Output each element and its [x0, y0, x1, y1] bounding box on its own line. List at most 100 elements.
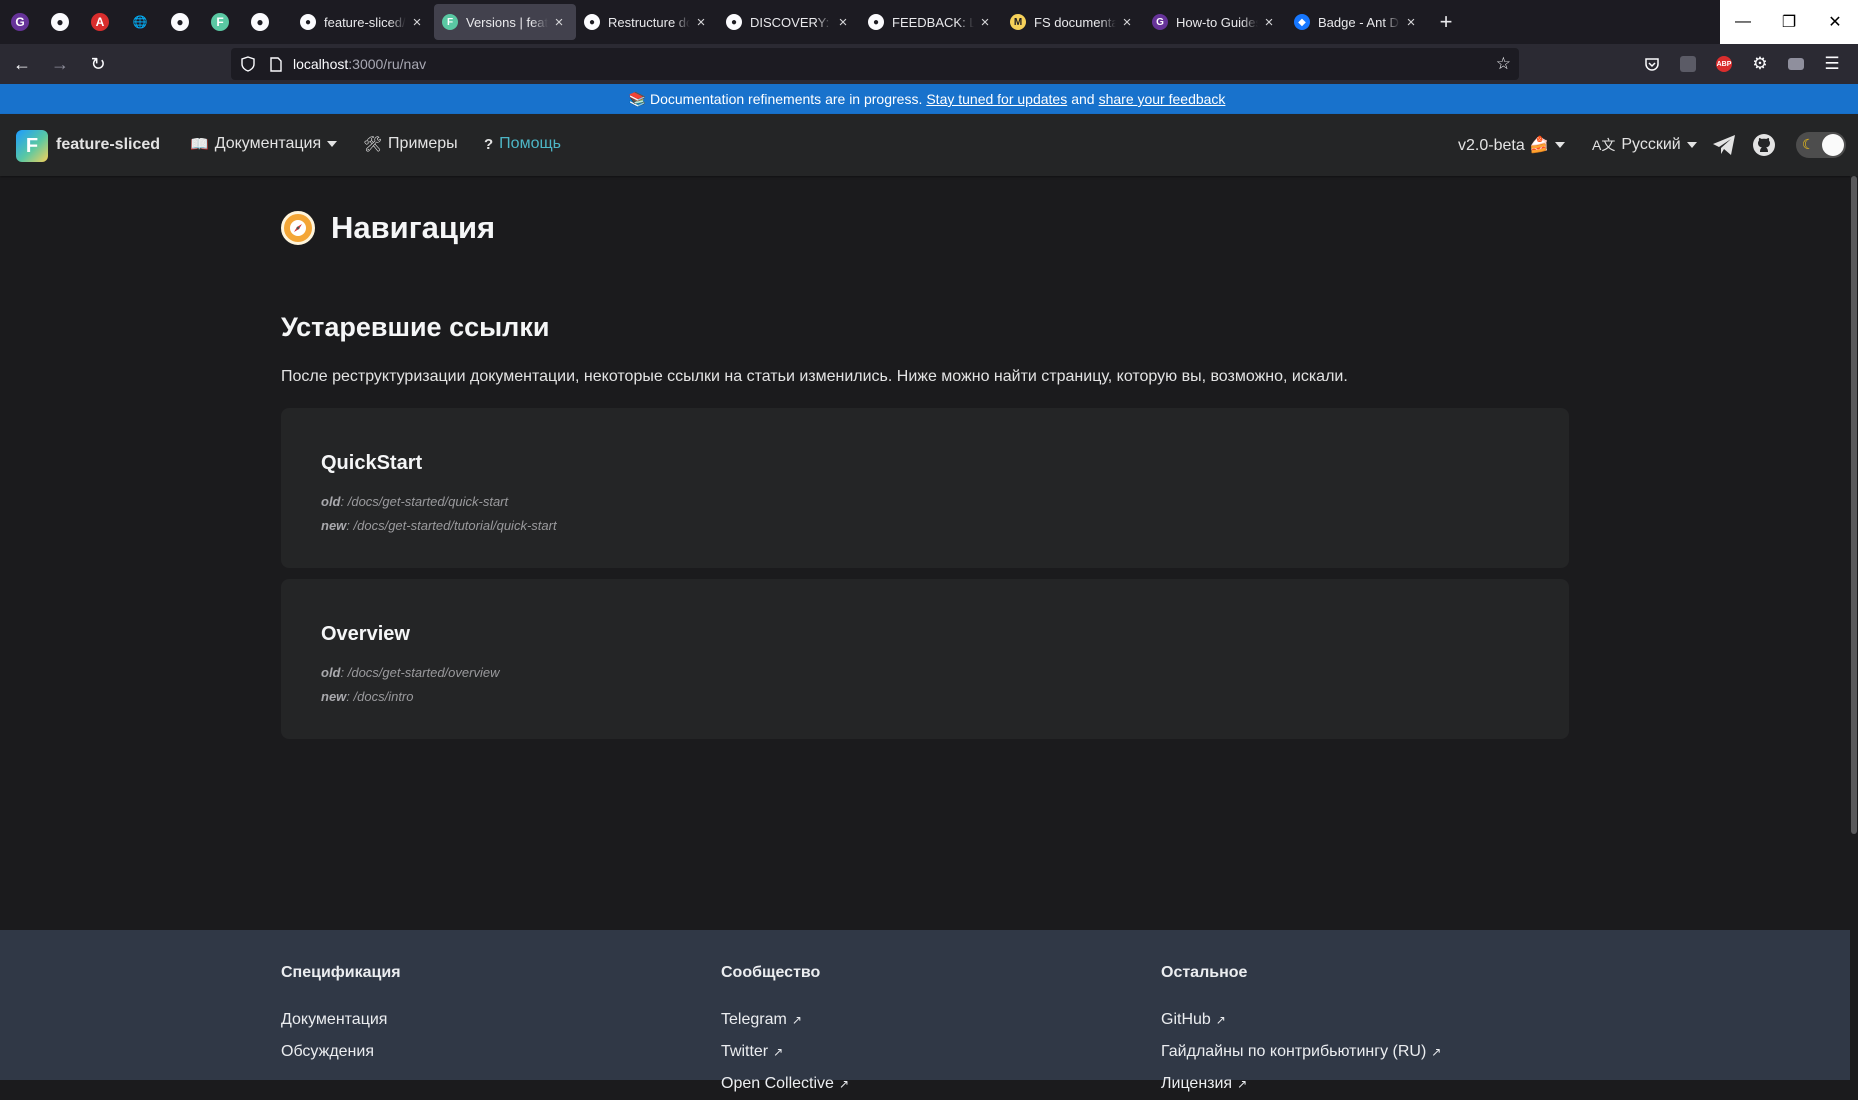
- tab-title: feature-sliced/documentation: [324, 14, 406, 30]
- close-window-icon[interactable]: ✕: [1812, 0, 1858, 44]
- toggle-knob: [1822, 134, 1844, 156]
- footer-link[interactable]: Обсуждения: [281, 1036, 401, 1068]
- github-icon: ●: [726, 14, 742, 30]
- nav-examples[interactable]: 🛠 Примеры: [363, 135, 458, 153]
- pinned-tab[interactable]: ●: [40, 4, 80, 40]
- card-new-path: new: /docs/intro: [321, 689, 414, 704]
- share-feedback-link[interactable]: share your feedback: [1099, 91, 1226, 107]
- menu-icon[interactable]: ☰: [1814, 48, 1850, 80]
- forward-icon[interactable]: →: [44, 48, 76, 80]
- card-title[interactable]: Overview: [321, 623, 410, 646]
- pinned-tab[interactable]: F: [200, 4, 240, 40]
- books-icon: 📚: [628, 90, 646, 107]
- github-icon: ●: [171, 13, 189, 31]
- minimize-icon[interactable]: —: [1720, 0, 1766, 44]
- tab-title: Badge - Ant Design: [1318, 14, 1400, 30]
- gear-icon[interactable]: ⚙: [1742, 48, 1778, 80]
- close-tab-icon[interactable]: ×: [834, 14, 852, 31]
- screenshot-icon[interactable]: [1670, 48, 1706, 80]
- restore-icon[interactable]: ❐: [1766, 0, 1812, 44]
- book-icon: 📖: [190, 136, 209, 153]
- github-icon[interactable]: [1751, 132, 1777, 158]
- page-icon[interactable]: [265, 56, 287, 72]
- nav-help[interactable]: ? Помощь: [484, 135, 561, 153]
- external-link-icon: ↗: [773, 1045, 784, 1059]
- card-title[interactable]: QuickStart: [321, 452, 422, 475]
- footer-link[interactable]: Open Collective ↗: [721, 1068, 849, 1100]
- adblock-icon[interactable]: ABP: [1706, 48, 1742, 80]
- browser-tab[interactable]: ● feature-sliced/documentation×: [292, 4, 434, 40]
- pinned-tab[interactable]: 🌐: [120, 4, 160, 40]
- site-navbar: F feature-sliced 📖 Документация 🛠 Пример…: [0, 114, 1858, 176]
- pocket-icon[interactable]: [1634, 48, 1670, 80]
- bookmark-star-icon[interactable]: ☆: [1496, 54, 1511, 74]
- stay-tuned-link[interactable]: Stay tuned for updates: [926, 91, 1067, 107]
- footer-link[interactable]: Документация: [281, 1004, 401, 1036]
- tab-title: FEEDBACK: Learn "navigation": [892, 14, 974, 30]
- redirect-card[interactable]: QuickStart old: /docs/get-started/quick-…: [281, 408, 1569, 568]
- tab-title: How-to Guides | Gatsby: [1176, 14, 1258, 30]
- feature-sliced-icon: F: [211, 13, 229, 31]
- browser-tab[interactable]: ● FEEDBACK: Learn "navigation"×: [860, 4, 1002, 40]
- close-tab-icon[interactable]: ×: [1402, 14, 1420, 31]
- pinned-tab[interactable]: A: [80, 4, 120, 40]
- pinned-tab[interactable]: G: [0, 4, 40, 40]
- nav-help-label: Помощь: [499, 135, 561, 152]
- browser-tab[interactable]: M FS documentation refinement×: [1002, 4, 1144, 40]
- close-tab-icon[interactable]: ×: [408, 14, 426, 31]
- version-dropdown[interactable]: v2.0-beta 🍰: [1458, 135, 1566, 155]
- window-controls: — ❐ ✕: [1720, 0, 1858, 44]
- back-icon[interactable]: ←: [6, 48, 38, 80]
- close-tab-icon[interactable]: ×: [976, 14, 994, 31]
- pinned-tab[interactable]: ●: [240, 4, 280, 40]
- reload-icon[interactable]: ↻: [82, 48, 114, 80]
- browser-tab[interactable]: ● Restructure documentation×: [576, 4, 718, 40]
- browser-tab[interactable]: G How-to Guides | Gatsby×: [1144, 4, 1286, 40]
- logo-letter: F: [25, 134, 39, 157]
- close-tab-icon[interactable]: ×: [692, 14, 710, 31]
- github-icon: ●: [251, 13, 269, 31]
- site-footer: Спецификация Документация Обсуждения Соо…: [0, 930, 1850, 1092]
- url-text[interactable]: localhost:3000/ru/nav: [293, 56, 426, 72]
- language-dropdown[interactable]: A文 Русский: [1592, 135, 1697, 155]
- globe-icon: 🌐: [132, 15, 148, 29]
- close-tab-icon[interactable]: ×: [550, 14, 568, 31]
- redirect-card[interactable]: Overview old: /docs/get-started/overview…: [281, 579, 1569, 739]
- browser-tab[interactable]: ● DISCOVERY: Refine UX×: [718, 4, 860, 40]
- translate-icon: A文: [1592, 137, 1616, 153]
- old-label: old: [321, 665, 341, 680]
- acrobat-icon: A: [91, 13, 109, 31]
- scrollbar-thumb[interactable]: [1851, 176, 1857, 834]
- browser-toolbar: ← → ↻ localhost:3000/ru/nav ☆ ABP ⚙ ☰: [0, 44, 1858, 84]
- language-label: Русский: [1621, 136, 1681, 153]
- footer-link[interactable]: GitHub ↗: [1161, 1004, 1441, 1036]
- footer-column-spec: Спецификация Документация Обсуждения: [281, 964, 401, 1068]
- telegram-icon[interactable]: [1711, 132, 1737, 158]
- browser-tab-strip: G●A🌐●F● ●feature-sliced/documentation×FV…: [0, 0, 1858, 44]
- browser-tab[interactable]: ◆ Badge - Ant Design×: [1286, 4, 1428, 40]
- card-old-path: old: /docs/get-started/overview: [321, 665, 499, 680]
- antd-icon: ◆: [1294, 14, 1310, 30]
- nav-docs-dropdown[interactable]: 📖 Документация: [190, 135, 338, 153]
- dark-mode-toggle[interactable]: ☾: [1796, 132, 1846, 158]
- sidebar-extension-icon[interactable]: [1778, 48, 1814, 80]
- url-bar[interactable]: localhost:3000/ru/nav ☆: [231, 48, 1519, 80]
- footer-link[interactable]: Гайдлайны по контрибьютингу (RU) ↗: [1161, 1036, 1441, 1068]
- page-scrollbar[interactable]: [1850, 176, 1858, 1080]
- external-link-icon: ↗: [791, 1013, 802, 1027]
- close-tab-icon[interactable]: ×: [1260, 14, 1278, 31]
- footer-link[interactable]: Twitter ↗: [721, 1036, 849, 1068]
- close-tab-icon[interactable]: ×: [1118, 14, 1136, 31]
- footer-link-label: Twitter: [721, 1043, 769, 1060]
- footer-link[interactable]: Лицензия ↗: [1161, 1068, 1441, 1100]
- extensions-row: ABP ⚙ ☰: [1634, 48, 1850, 80]
- shield-icon[interactable]: [237, 56, 259, 72]
- brand-name[interactable]: feature-sliced: [56, 136, 160, 154]
- pinned-tab[interactable]: ●: [160, 4, 200, 40]
- footer-link[interactable]: Telegram ↗: [721, 1004, 849, 1036]
- browser-tab-active[interactable]: F Versions | feature-sliced×: [434, 4, 576, 40]
- page-title: Навигация: [281, 210, 495, 246]
- site-logo[interactable]: F: [16, 130, 48, 162]
- new-path-text: : /docs/get-started/tutorial/quick-start: [346, 518, 557, 533]
- new-tab-button[interactable]: +: [1428, 4, 1464, 40]
